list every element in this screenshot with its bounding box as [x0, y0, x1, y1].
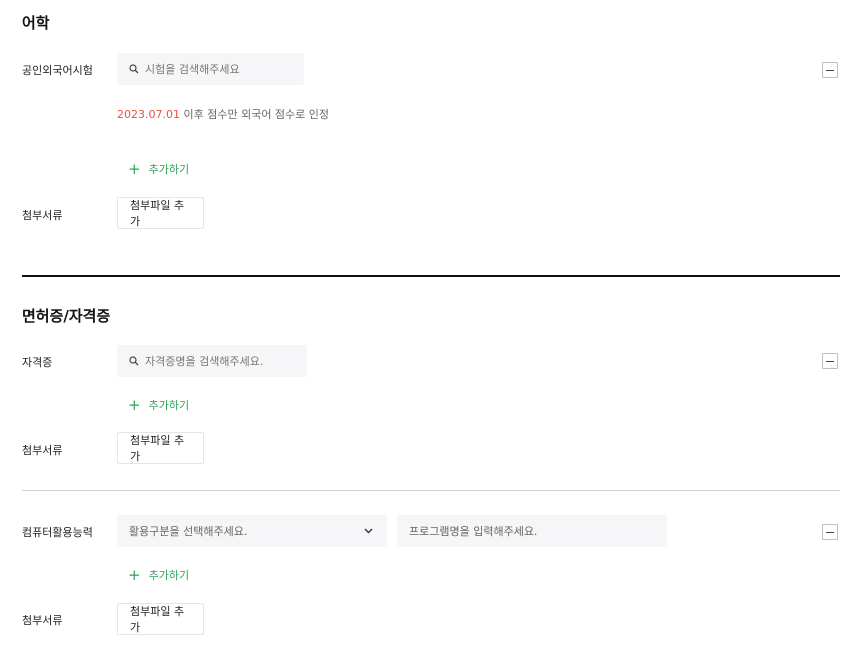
exam-note: 2023.07.01 이후 점수만 외국어 점수로 인정 — [117, 106, 329, 122]
add-computer-button[interactable]: + 추가하기 — [128, 567, 189, 583]
section-title-language: 어학 — [22, 14, 50, 32]
computer-label: 컴퓨터활용능력 — [22, 526, 93, 539]
add-cert-button[interactable]: + 추가하기 — [128, 397, 189, 413]
license-attach-button[interactable]: 첨부파일 추가 — [117, 432, 204, 464]
add-exam-label: 추가하기 — [148, 163, 190, 176]
minus-icon — [826, 531, 834, 533]
plus-icon: + — [128, 565, 141, 584]
add-cert-label: 추가하기 — [148, 399, 190, 412]
search-icon — [129, 64, 139, 74]
program-name-input[interactable]: 프로그램명을 입력해주세요. — [397, 515, 667, 547]
program-name-placeholder: 프로그램명을 입력해주세요. — [409, 525, 538, 538]
computer-attach-label: 첨부서류 — [22, 614, 63, 627]
cert-search-placeholder: 자격증명을 검색해주세요. — [145, 355, 264, 368]
exam-note-text: 이후 점수만 외국어 점수로 인정 — [179, 108, 330, 121]
computer-category-value: 활용구분을 선택해주세요. — [129, 525, 248, 538]
remove-computer-button[interactable] — [822, 524, 838, 540]
search-icon — [129, 356, 139, 366]
cert-label: 자격증 — [22, 356, 53, 369]
add-computer-label: 추가하기 — [148, 569, 190, 582]
computer-category-select[interactable]: 활용구분을 선택해주세요. — [117, 515, 387, 547]
subsection-divider — [22, 490, 840, 491]
cert-search-input[interactable]: 자격증명을 검색해주세요. — [117, 345, 307, 377]
minus-icon — [826, 69, 834, 71]
exam-note-date: 2023.07.01 — [117, 108, 180, 121]
plus-icon: + — [128, 395, 141, 414]
remove-exam-button[interactable] — [822, 62, 838, 78]
exam-search-placeholder: 시험을 검색해주세요 — [145, 63, 240, 76]
remove-cert-button[interactable] — [822, 353, 838, 369]
exam-search-input[interactable]: 시험을 검색해주세요 — [117, 53, 304, 85]
computer-attach-button[interactable]: 첨부파일 추가 — [117, 603, 204, 635]
section-divider — [22, 275, 840, 277]
plus-icon: + — [128, 159, 141, 178]
add-exam-button[interactable]: + 추가하기 — [128, 161, 189, 177]
language-attach-button[interactable]: 첨부파일 추가 — [117, 197, 204, 229]
chevron-down-icon — [364, 528, 373, 534]
section-title-license: 면허증/자격증 — [22, 307, 111, 325]
minus-icon — [826, 360, 834, 362]
license-attach-label: 첨부서류 — [22, 444, 63, 457]
exam-label: 공인외국어시험 — [22, 64, 93, 77]
language-attach-label: 첨부서류 — [22, 209, 63, 222]
